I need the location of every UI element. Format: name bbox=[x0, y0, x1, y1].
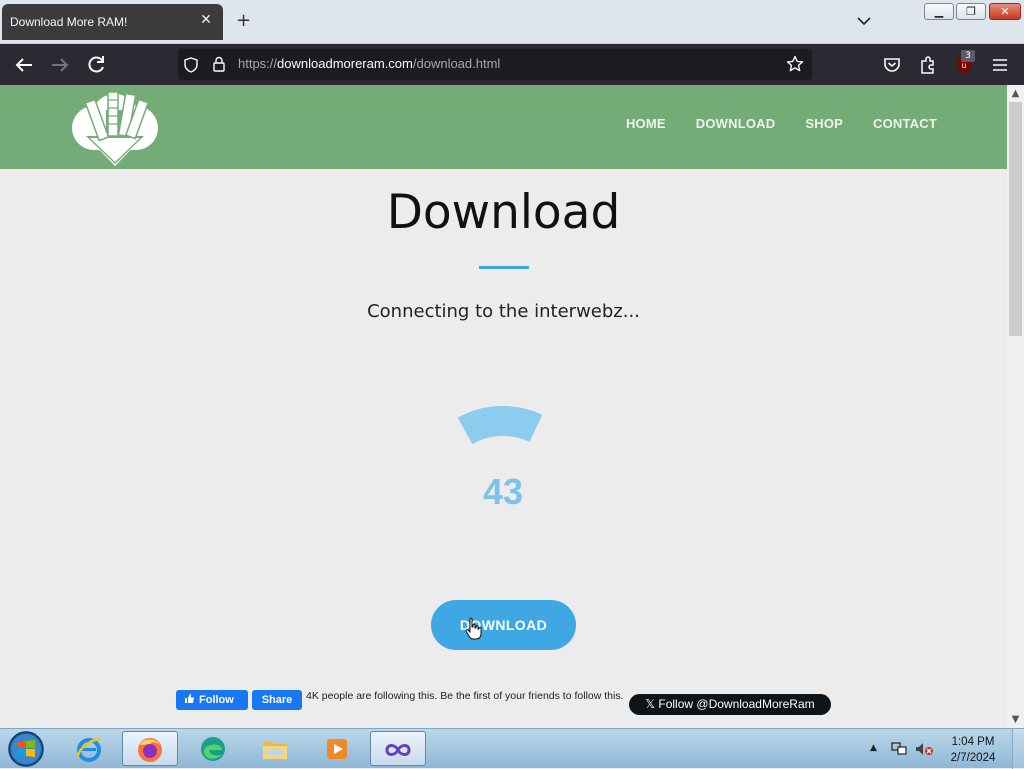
nav-download-link[interactable]: DOWNLOAD bbox=[696, 116, 776, 131]
tab-close-icon[interactable]: ✕ bbox=[199, 13, 213, 27]
scroll-up-arrow-icon[interactable]: ▲ bbox=[1007, 85, 1024, 102]
back-arrow-icon[interactable] bbox=[12, 53, 36, 77]
nav-home-link[interactable]: HOME bbox=[626, 116, 666, 131]
show-desktop-button[interactable] bbox=[1012, 729, 1024, 769]
taskbar-edge[interactable] bbox=[186, 731, 242, 766]
facebook-follow-label: Follow bbox=[199, 694, 234, 706]
browser-navbar: https://downloadmoreram.com/download.htm… bbox=[0, 44, 1024, 85]
new-tab-button[interactable]: + bbox=[236, 12, 251, 30]
bookmark-star-icon[interactable] bbox=[786, 55, 804, 73]
minimize-button[interactable]: ▁ bbox=[924, 3, 954, 20]
tab-title: Download More RAM! bbox=[10, 15, 128, 29]
edge-icon bbox=[201, 737, 225, 761]
download-button[interactable]: DOWNLOAD bbox=[431, 600, 576, 650]
media-player-icon bbox=[327, 739, 347, 759]
infinity-app-icon bbox=[385, 744, 411, 756]
page-viewport: HOME DOWNLOAD SHOP CONTACT Download Conn… bbox=[0, 85, 1007, 728]
site-header: HOME DOWNLOAD SHOP CONTACT bbox=[0, 85, 1007, 169]
svg-text:u: u bbox=[962, 61, 966, 70]
progress-value: 43 bbox=[482, 471, 524, 512]
chevron-down-icon[interactable] bbox=[856, 14, 872, 28]
pocket-icon[interactable] bbox=[882, 55, 902, 75]
clock-time: 1:04 PM bbox=[951, 736, 995, 748]
site-nav: HOME DOWNLOAD SHOP CONTACT bbox=[626, 116, 937, 131]
clock-date: 2/7/2024 bbox=[950, 752, 996, 764]
title-underline bbox=[479, 266, 529, 269]
taskbar-media-player[interactable] bbox=[310, 731, 366, 766]
nav-shop-link[interactable]: SHOP bbox=[805, 116, 843, 131]
twitter-follow-button[interactable]: 𝕏 Follow @DownloadMoreRam bbox=[629, 694, 831, 715]
tracking-shield-icon[interactable] bbox=[184, 57, 198, 73]
scroll-down-arrow-icon[interactable]: ▼ bbox=[1007, 711, 1024, 728]
page-title: Download bbox=[386, 185, 621, 240]
browser-tab-active[interactable]: Download More RAM! ✕ bbox=[2, 4, 223, 40]
reload-icon[interactable] bbox=[84, 53, 108, 77]
progress-arc bbox=[457, 406, 543, 445]
forward-arrow-icon[interactable] bbox=[48, 53, 72, 77]
page-scrollbar[interactable]: ▲ ▼ bbox=[1007, 85, 1024, 728]
scroll-thumb[interactable] bbox=[1009, 102, 1022, 336]
extensions-icon[interactable] bbox=[918, 55, 938, 75]
folder-icon bbox=[263, 742, 287, 759]
thumbs-up-icon bbox=[185, 694, 194, 703]
start-orb-icon[interactable] bbox=[6, 730, 46, 768]
nav-contact-link[interactable]: CONTACT bbox=[873, 116, 937, 131]
internet-explorer-icon bbox=[76, 737, 101, 762]
facebook-follow-text: 4K people are following this. Be the fir… bbox=[306, 690, 624, 702]
restore-button[interactable]: ❐ bbox=[956, 3, 986, 20]
browser-titlebar: Download More RAM! ✕ + ▁ ❐ ✕ bbox=[0, 0, 1024, 44]
firefox-icon bbox=[138, 738, 162, 762]
network-icon[interactable] bbox=[890, 741, 908, 757]
taskbar-internet-explorer[interactable] bbox=[62, 731, 118, 766]
x-logo-icon: 𝕏 bbox=[645, 697, 659, 711]
url-text[interactable]: https://downloadmoreram.com/download.htm… bbox=[238, 56, 500, 71]
hamburger-menu-icon[interactable] bbox=[990, 55, 1010, 75]
taskbar-file-explorer[interactable] bbox=[248, 731, 304, 766]
connection-status: Connecting to the interwebz... bbox=[367, 301, 640, 322]
facebook-share-button[interactable]: Share bbox=[252, 690, 302, 710]
taskbar-visual-studio[interactable] bbox=[370, 731, 426, 766]
windows-taskbar: ▲ 1:04 PM 2/7/2024 bbox=[0, 728, 1024, 769]
site-logo-ram-cloud-icon[interactable] bbox=[70, 90, 160, 166]
show-hidden-icons-chevron-icon[interactable]: ▲ bbox=[870, 743, 877, 753]
close-window-button[interactable]: ✕ bbox=[989, 3, 1021, 20]
twitter-follow-label: Follow @DownloadMoreRam bbox=[658, 697, 815, 711]
lock-icon[interactable] bbox=[212, 56, 226, 72]
ublock-badge: 3 bbox=[961, 50, 975, 62]
facebook-follow-button[interactable]: Follow bbox=[176, 690, 248, 710]
hand-cursor-icon bbox=[465, 617, 482, 640]
address-bar[interactable]: https://downloadmoreram.com/download.htm… bbox=[178, 49, 812, 80]
volume-muted-icon[interactable] bbox=[914, 741, 934, 757]
taskbar-firefox[interactable] bbox=[122, 731, 178, 766]
system-clock[interactable]: 1:04 PM 2/7/2024 bbox=[940, 734, 1006, 766]
